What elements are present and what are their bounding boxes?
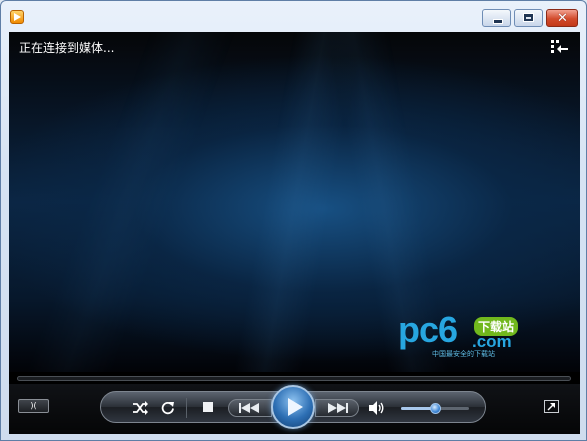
seek-bar[interactable] [17, 376, 571, 381]
fullscreen-icon [547, 403, 555, 411]
video-area[interactable]: 正在连接到媒体... pc6 下载站 .com 中国最安全的下载站 [9, 32, 580, 372]
control-bar: )( [9, 384, 580, 434]
maximize-button[interactable] [514, 9, 543, 27]
shuffle-icon[interactable] [132, 401, 148, 415]
maximize-icon [523, 13, 534, 22]
close-icon: ✕ [557, 11, 568, 26]
minimize-button[interactable] [482, 9, 511, 27]
previous-button[interactable] [228, 399, 272, 417]
status-text: 正在连接到媒体... [19, 41, 115, 55]
stop-icon[interactable] [203, 402, 213, 412]
next-button[interactable] [315, 399, 359, 417]
watermark-main: pc6 [398, 309, 458, 350]
player-stage: 正在连接到媒体... pc6 下载站 .com 中国最安全的下载站 )( [9, 32, 580, 434]
play-icon [288, 398, 303, 416]
switch-to-library-icon[interactable] [551, 40, 569, 54]
previous-icon [239, 403, 259, 413]
speaker-icon[interactable] [369, 401, 385, 415]
fullscreen-button[interactable] [544, 400, 559, 413]
minimize-icon [493, 19, 503, 24]
close-button[interactable]: ✕ [546, 9, 578, 27]
repeat-icon[interactable] [161, 401, 175, 415]
next-icon [328, 403, 348, 413]
view-mode-button[interactable]: )( [18, 399, 49, 413]
play-button[interactable] [271, 385, 315, 429]
control-divider [186, 398, 187, 418]
watermark-tagline: 中国最安全的下载站 [432, 350, 495, 358]
volume-thumb[interactable] [430, 403, 441, 414]
app-icon[interactable] [10, 10, 24, 24]
pc6-watermark-logo: pc6 下载站 .com 中国最安全的下载站 [398, 309, 538, 358]
media-player-window: ✕ 正在连接到媒体... pc6 下载站 .com 中国最安全的下载站 )( [0, 0, 587, 441]
volume-slider[interactable] [401, 403, 469, 414]
title-bar[interactable]: ✕ [1, 1, 586, 31]
